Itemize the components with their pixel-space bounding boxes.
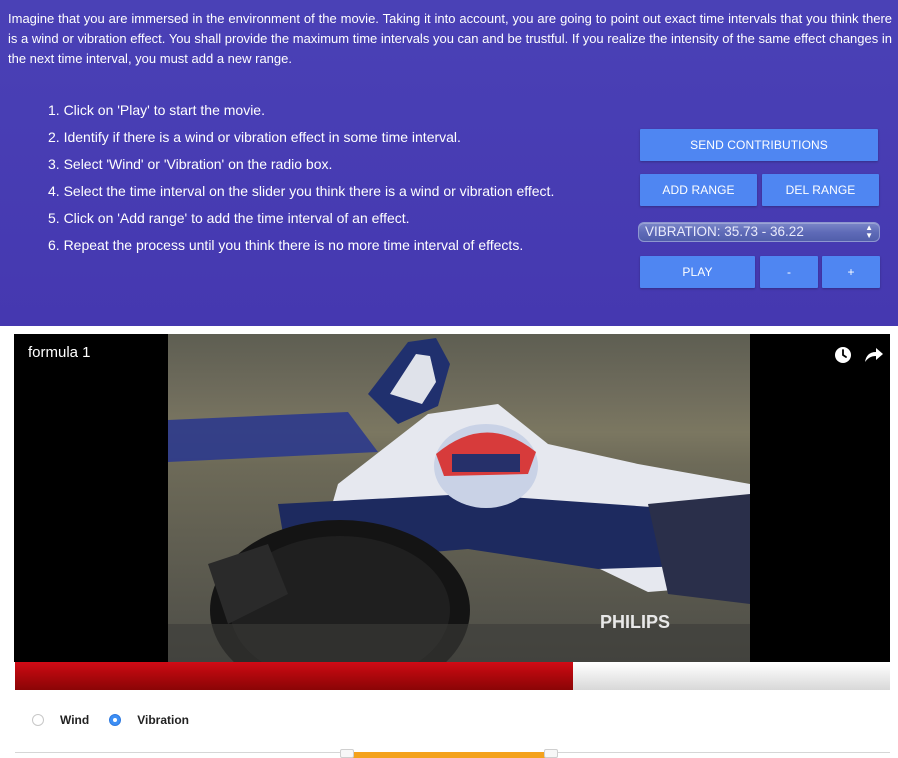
time-range-slider-selection [347, 752, 551, 758]
range-end-handle[interactable] [544, 749, 558, 758]
video-progress-fill [15, 662, 573, 690]
vibration-radio-label: Vibration [137, 713, 190, 727]
range-start-handle[interactable] [340, 749, 354, 758]
clock-icon[interactable] [834, 346, 852, 369]
range-select-value: VIBRATION: 35.73 - 36.22 [645, 224, 804, 239]
race-car-illustration: PHILIPS [168, 338, 750, 662]
step-item: 1. Click on 'Play' to start the movie. [48, 102, 265, 118]
wind-radio-label: Wind [60, 713, 90, 727]
share-icon[interactable] [864, 346, 884, 369]
video-title: formula 1 [28, 344, 91, 361]
vibration-radio[interactable] [109, 714, 122, 726]
select-arrows-icon: ▲ ▼ [865, 223, 873, 240]
step-item: 2. Identify if there is a wind or vibrat… [48, 129, 461, 145]
video-frame: PHILIPS [168, 334, 750, 662]
video-player[interactable]: PHILIPS formula 1 [14, 334, 890, 662]
instructions-panel: Imagine that you are immersed in the env… [0, 0, 898, 326]
range-select[interactable]: VIBRATION: 35.73 - 36.22 ▲ ▼ [638, 222, 880, 242]
effect-type-radio-group: Wind Vibration [32, 711, 189, 729]
step-item: 5. Click on 'Add range' to add the time … [48, 210, 410, 226]
plus-button[interactable]: + [822, 256, 880, 288]
step-item: 6. Repeat the process until you think th… [48, 237, 524, 253]
del-range-button[interactable]: DEL RANGE [762, 174, 879, 206]
minus-button[interactable]: - [760, 256, 818, 288]
intro-text: Imagine that you are immersed in the env… [8, 11, 892, 66]
steps-list: 1. Click on 'Play' to start the movie. 2… [48, 101, 638, 263]
play-button[interactable]: PLAY [640, 256, 755, 288]
step-item: 3. Select 'Wind' or 'Vibration' on the r… [48, 156, 333, 172]
send-contributions-button[interactable]: SEND CONTRIBUTIONS [640, 129, 878, 161]
step-item: 4. Select the time interval on the slide… [48, 183, 555, 199]
wind-radio[interactable] [32, 714, 44, 726]
philips-watermark: PHILIPS [600, 612, 670, 632]
add-range-button[interactable]: ADD RANGE [640, 174, 757, 206]
